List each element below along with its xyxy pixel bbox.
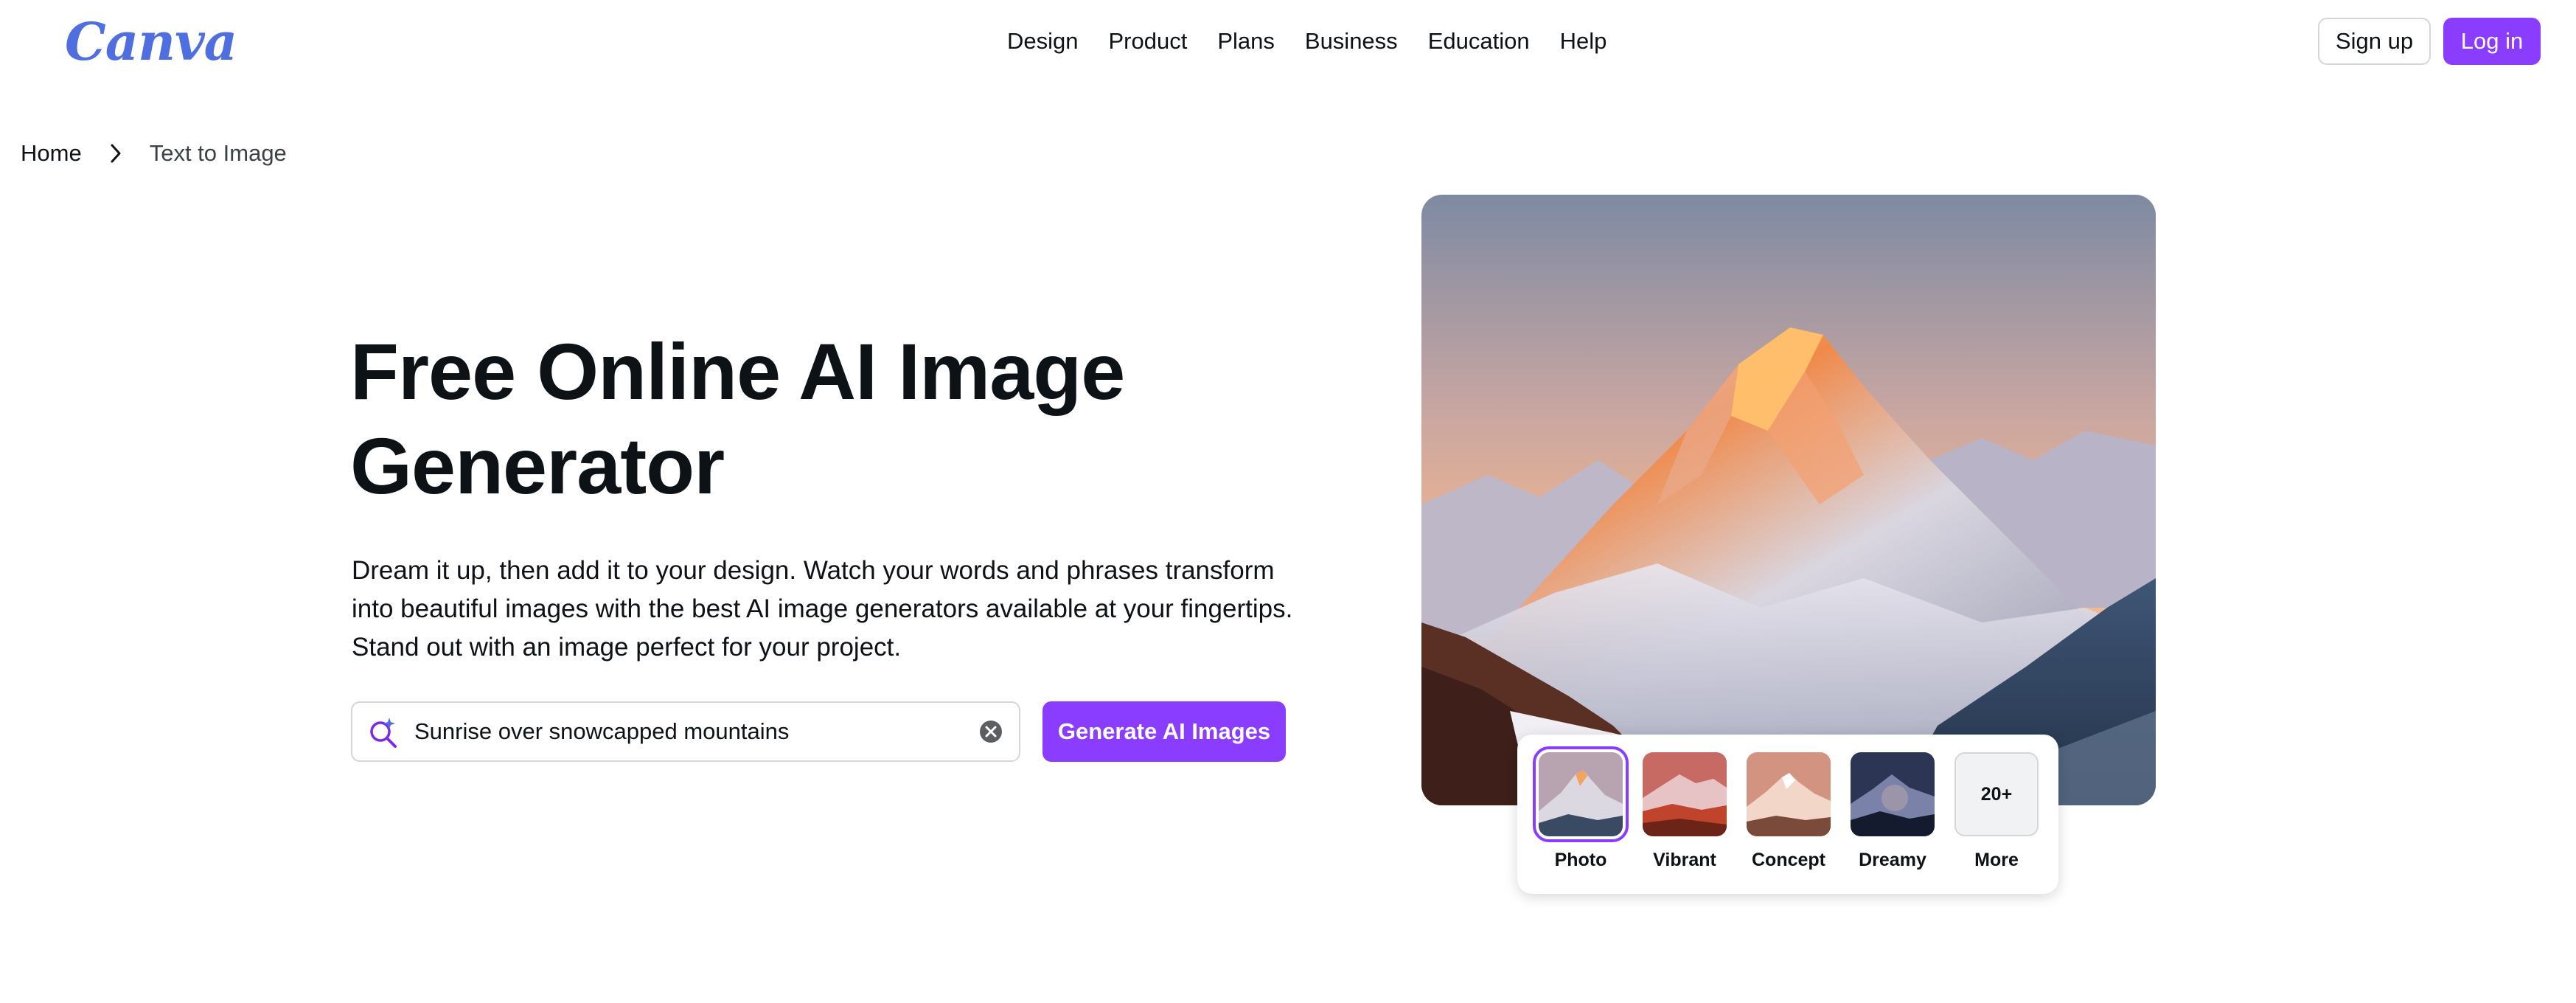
nav-item-product[interactable]: Product bbox=[1109, 22, 1188, 60]
main-nav: Design Product Plans Business Education … bbox=[1007, 22, 1606, 60]
prompt-input-box bbox=[351, 701, 1020, 762]
style-picker: Photo Vibrant Concept Dreamy 20+ More bbox=[1517, 735, 2058, 894]
style-label-vibrant: Vibrant bbox=[1653, 850, 1716, 870]
style-option-vibrant[interactable]: Vibrant bbox=[1640, 752, 1729, 882]
nav-item-plans[interactable]: Plans bbox=[1217, 22, 1275, 60]
magic-search-icon bbox=[366, 714, 401, 749]
canva-logo[interactable]: Canva bbox=[65, 9, 237, 75]
site-header: Canva Design Product Plans Business Educ… bbox=[0, 0, 2576, 83]
style-label-concept: Concept bbox=[1752, 850, 1825, 870]
chevron-right-icon bbox=[94, 137, 138, 170]
style-label-photo: Photo bbox=[1554, 850, 1607, 870]
style-option-photo[interactable]: Photo bbox=[1533, 746, 1629, 882]
style-thumb-concept bbox=[1747, 752, 1831, 836]
breadcrumb-current: Text to Image bbox=[149, 140, 287, 166]
style-option-more[interactable]: 20+ More bbox=[1952, 752, 2041, 882]
nav-item-help[interactable]: Help bbox=[1560, 22, 1607, 60]
more-styles-button[interactable]: 20+ bbox=[1954, 752, 2039, 836]
signup-button[interactable]: Sign up bbox=[2318, 18, 2431, 65]
style-option-dreamy[interactable]: Dreamy bbox=[1848, 752, 1937, 882]
generated-image-preview bbox=[1421, 195, 2156, 805]
breadcrumb: Home Text to Image bbox=[21, 137, 287, 170]
style-thumb-vibrant bbox=[1643, 752, 1727, 836]
login-button[interactable]: Log in bbox=[2443, 18, 2541, 65]
page-title-line-2: Generator bbox=[350, 421, 725, 510]
breadcrumb-home-link[interactable]: Home bbox=[21, 140, 82, 167]
nav-item-design[interactable]: Design bbox=[1007, 22, 1079, 60]
generate-ai-images-button[interactable]: Generate AI Images bbox=[1042, 701, 1286, 762]
style-label-more: More bbox=[1974, 850, 2019, 870]
clear-icon[interactable] bbox=[978, 718, 1004, 745]
nav-item-business[interactable]: Business bbox=[1305, 22, 1398, 60]
hero-description: Dream it up, then add it to your design.… bbox=[352, 556, 1293, 662]
page-title-line-1: Free Online AI Image bbox=[350, 327, 1125, 416]
style-label-dreamy: Dreamy bbox=[1859, 850, 1926, 870]
style-option-concept[interactable]: Concept bbox=[1744, 752, 1833, 882]
style-thumb-dreamy bbox=[1851, 752, 1935, 836]
prompt-input[interactable] bbox=[413, 709, 978, 754]
page-title: Free Online AI Image Generator bbox=[350, 324, 1235, 513]
style-thumb-photo bbox=[1533, 746, 1629, 842]
nav-item-education[interactable]: Education bbox=[1428, 22, 1530, 60]
